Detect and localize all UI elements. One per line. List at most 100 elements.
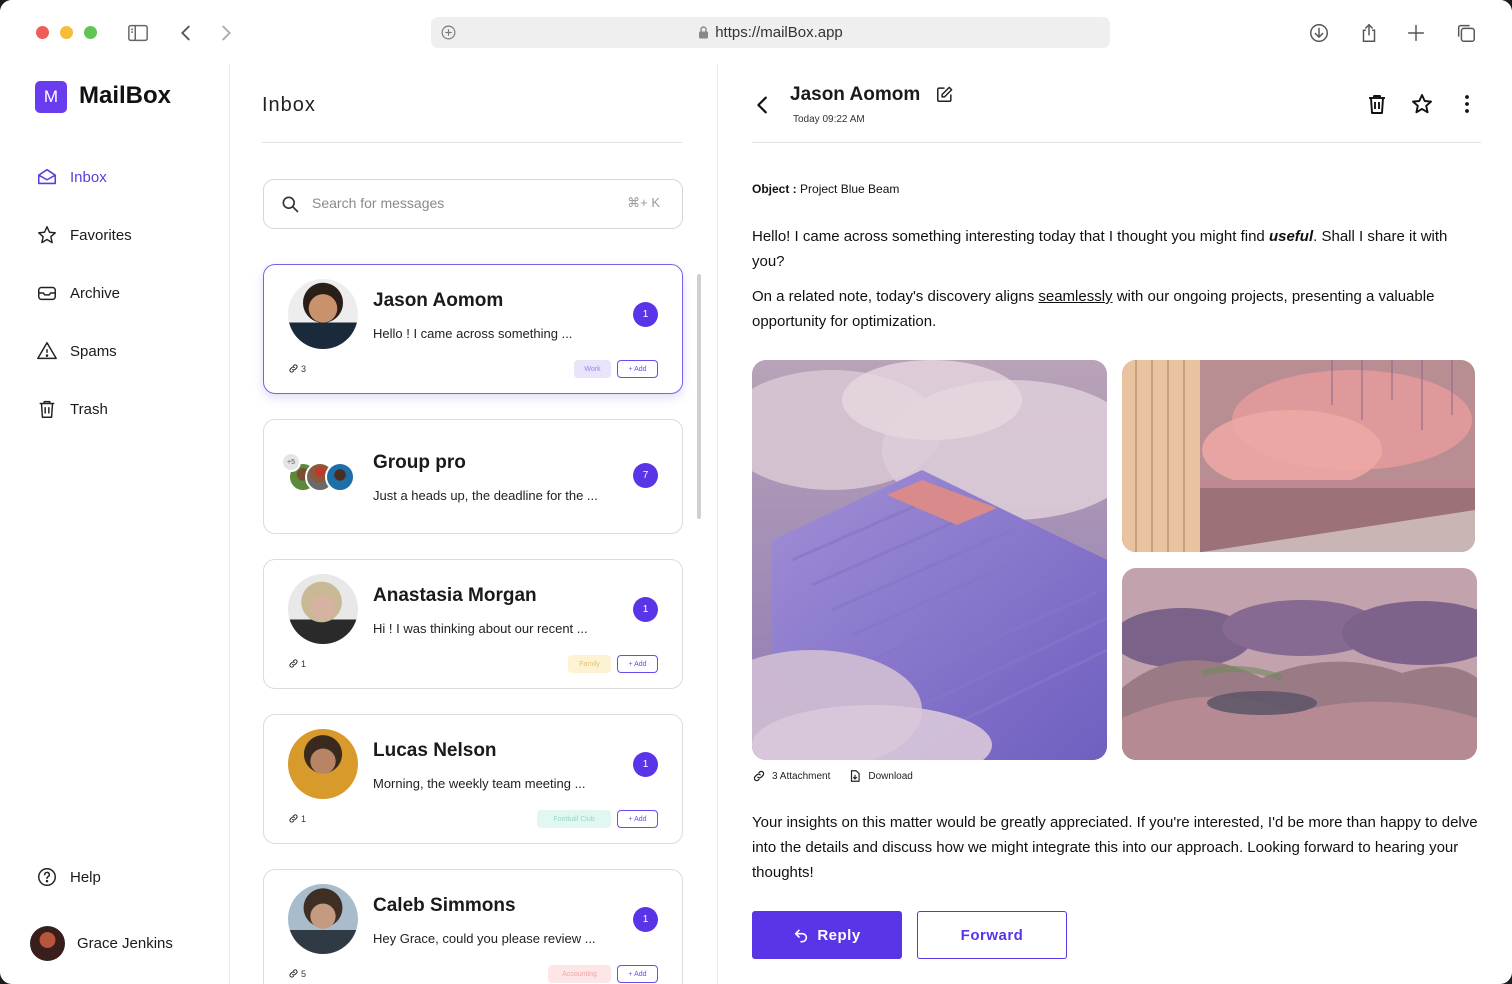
group-avatars: +5 [281, 452, 363, 494]
edit-icon[interactable] [935, 85, 954, 104]
zoom-window-button[interactable] [84, 26, 97, 39]
search-icon [282, 196, 299, 213]
attachment-image[interactable] [752, 360, 1107, 760]
tag-badge[interactable]: Family [568, 655, 611, 673]
help-link[interactable]: Help [36, 864, 101, 890]
attachment-bar: 3 Attachment Download [752, 769, 913, 783]
download-icon[interactable] [1306, 20, 1332, 46]
scrollbar[interactable] [697, 274, 701, 519]
unread-badge: 1 [633, 597, 658, 622]
sidebar-item-spams[interactable]: Spams [36, 338, 117, 364]
trash-icon [39, 400, 55, 418]
message-paragraph: On a related note, today's discovery ali… [752, 288, 1435, 330]
forward-button[interactable]: Forward [917, 911, 1067, 959]
sender-name: Caleb Simmons [373, 895, 516, 916]
back-nav-icon[interactable] [173, 20, 199, 46]
message-paragraph: Hello! I came across something interesti… [752, 228, 1448, 270]
add-tag-button[interactable]: + Add [617, 810, 658, 828]
unread-badge: 1 [633, 752, 658, 777]
avatar [288, 279, 358, 349]
sidebar-item-inbox[interactable]: Inbox [36, 164, 107, 190]
mail-open-icon [37, 168, 57, 185]
forward-nav-icon[interactable] [213, 20, 239, 46]
attachment-image[interactable] [1122, 568, 1477, 760]
trash-icon[interactable] [1365, 92, 1389, 116]
attachment-count[interactable]: 3 Attachment [752, 769, 830, 783]
sidebar-item-archive[interactable]: Archive [36, 280, 120, 306]
sidebar-item-trash[interactable]: Trash [36, 396, 108, 422]
message-preview: Morning, the weekly team meeting ... [373, 776, 586, 791]
search-shortcut: ⌘+ K [627, 195, 660, 210]
list-item[interactable]: Anastasia Morgan Hi ! I was thinking abo… [263, 559, 683, 689]
attachment-count: 3 [288, 363, 306, 374]
sidebar-item-label: Archive [70, 284, 121, 302]
message-preview: Hello ! I came across something ... [373, 326, 573, 341]
new-tab-icon[interactable] [1403, 20, 1429, 46]
url-text: https://mailBox.app [715, 24, 843, 41]
lock-icon [699, 26, 709, 39]
tag-badge[interactable]: Work [574, 360, 611, 378]
sender-name: Jason Aomom [790, 84, 921, 105]
list-item[interactable]: Lucas Nelson Morning, the weekly team me… [263, 714, 683, 844]
star-icon[interactable] [1410, 92, 1434, 116]
avatar [30, 926, 65, 961]
minimize-window-button[interactable] [60, 26, 73, 39]
reply-button[interactable]: Reply [752, 911, 902, 959]
user-profile[interactable]: Grace Jenkins [30, 926, 173, 961]
search-input[interactable]: Search for messages ⌘+ K [263, 179, 683, 229]
sender-name: Anastasia Morgan [373, 585, 537, 606]
attachment-count: 1 [288, 813, 306, 824]
download-button[interactable]: Download [848, 769, 913, 783]
unread-badge: 1 [633, 907, 658, 932]
help-label: Help [70, 868, 101, 886]
tab-overview-icon[interactable] [1453, 20, 1479, 46]
address-bar[interactable]: https://mailBox.app [431, 17, 1110, 48]
warning-icon [37, 342, 57, 360]
link-icon [753, 770, 765, 782]
list-item[interactable]: +5 Group pro Just a heads up, the deadli… [263, 419, 683, 534]
link-icon [289, 364, 298, 373]
message-paragraph: Your insights on this matter would be gr… [752, 814, 1478, 881]
sidebar-item-label: Trash [70, 400, 108, 418]
sender-name: Jason Aomom [373, 290, 504, 311]
sender-name: Group pro [373, 452, 466, 473]
unread-badge: 7 [633, 463, 658, 488]
sidebar-item-label: Favorites [70, 226, 132, 244]
avatar [288, 729, 358, 799]
sidebar-item-label: Inbox [70, 168, 107, 186]
add-tag-button[interactable]: + Add [617, 965, 658, 983]
list-item[interactable]: Caleb Simmons Hey Grace, could you pleas… [263, 869, 683, 984]
avatar [288, 884, 358, 954]
search-placeholder: Search for messages [312, 195, 445, 211]
divider [752, 142, 1481, 143]
link-icon [289, 814, 298, 823]
message-date: Today 09:22 AM [793, 114, 865, 125]
page-title: Inbox [262, 94, 316, 116]
reply-icon [795, 929, 808, 943]
download-file-icon [851, 770, 861, 782]
app-name: MailBox [79, 82, 172, 109]
tag-badge[interactable]: Accounting [548, 965, 611, 983]
attachment-count: 1 [288, 658, 306, 669]
message-preview: Hey Grace, could you please review ... [373, 931, 596, 946]
browser-toolbar: https://mailBox.app [0, 0, 1512, 64]
close-window-button[interactable] [36, 26, 49, 39]
tag-badge[interactable]: Football Club [537, 810, 611, 828]
share-icon[interactable] [1356, 20, 1382, 46]
extra-members-count: +5 [281, 452, 301, 472]
archive-icon [38, 286, 56, 301]
sidebar-item-favorites[interactable]: Favorites [36, 222, 132, 248]
back-arrow-icon[interactable] [752, 94, 774, 116]
list-item[interactable]: Jason Aomom Hello ! I came across someth… [263, 264, 683, 394]
avatar [288, 574, 358, 644]
attachment-image[interactable] [1122, 360, 1475, 552]
add-tag-button[interactable]: + Add [617, 655, 658, 673]
divider [262, 142, 682, 143]
star-icon [38, 226, 56, 244]
sender-name: Lucas Nelson [373, 740, 497, 761]
attachment-count: 5 [288, 968, 306, 979]
more-options-icon[interactable] [1455, 92, 1479, 116]
app-window: https://mailBox.app M MailBox Inbox Favo… [0, 0, 1512, 984]
sidebar-toggle-icon[interactable] [125, 20, 151, 46]
add-tag-button[interactable]: + Add [617, 360, 658, 378]
